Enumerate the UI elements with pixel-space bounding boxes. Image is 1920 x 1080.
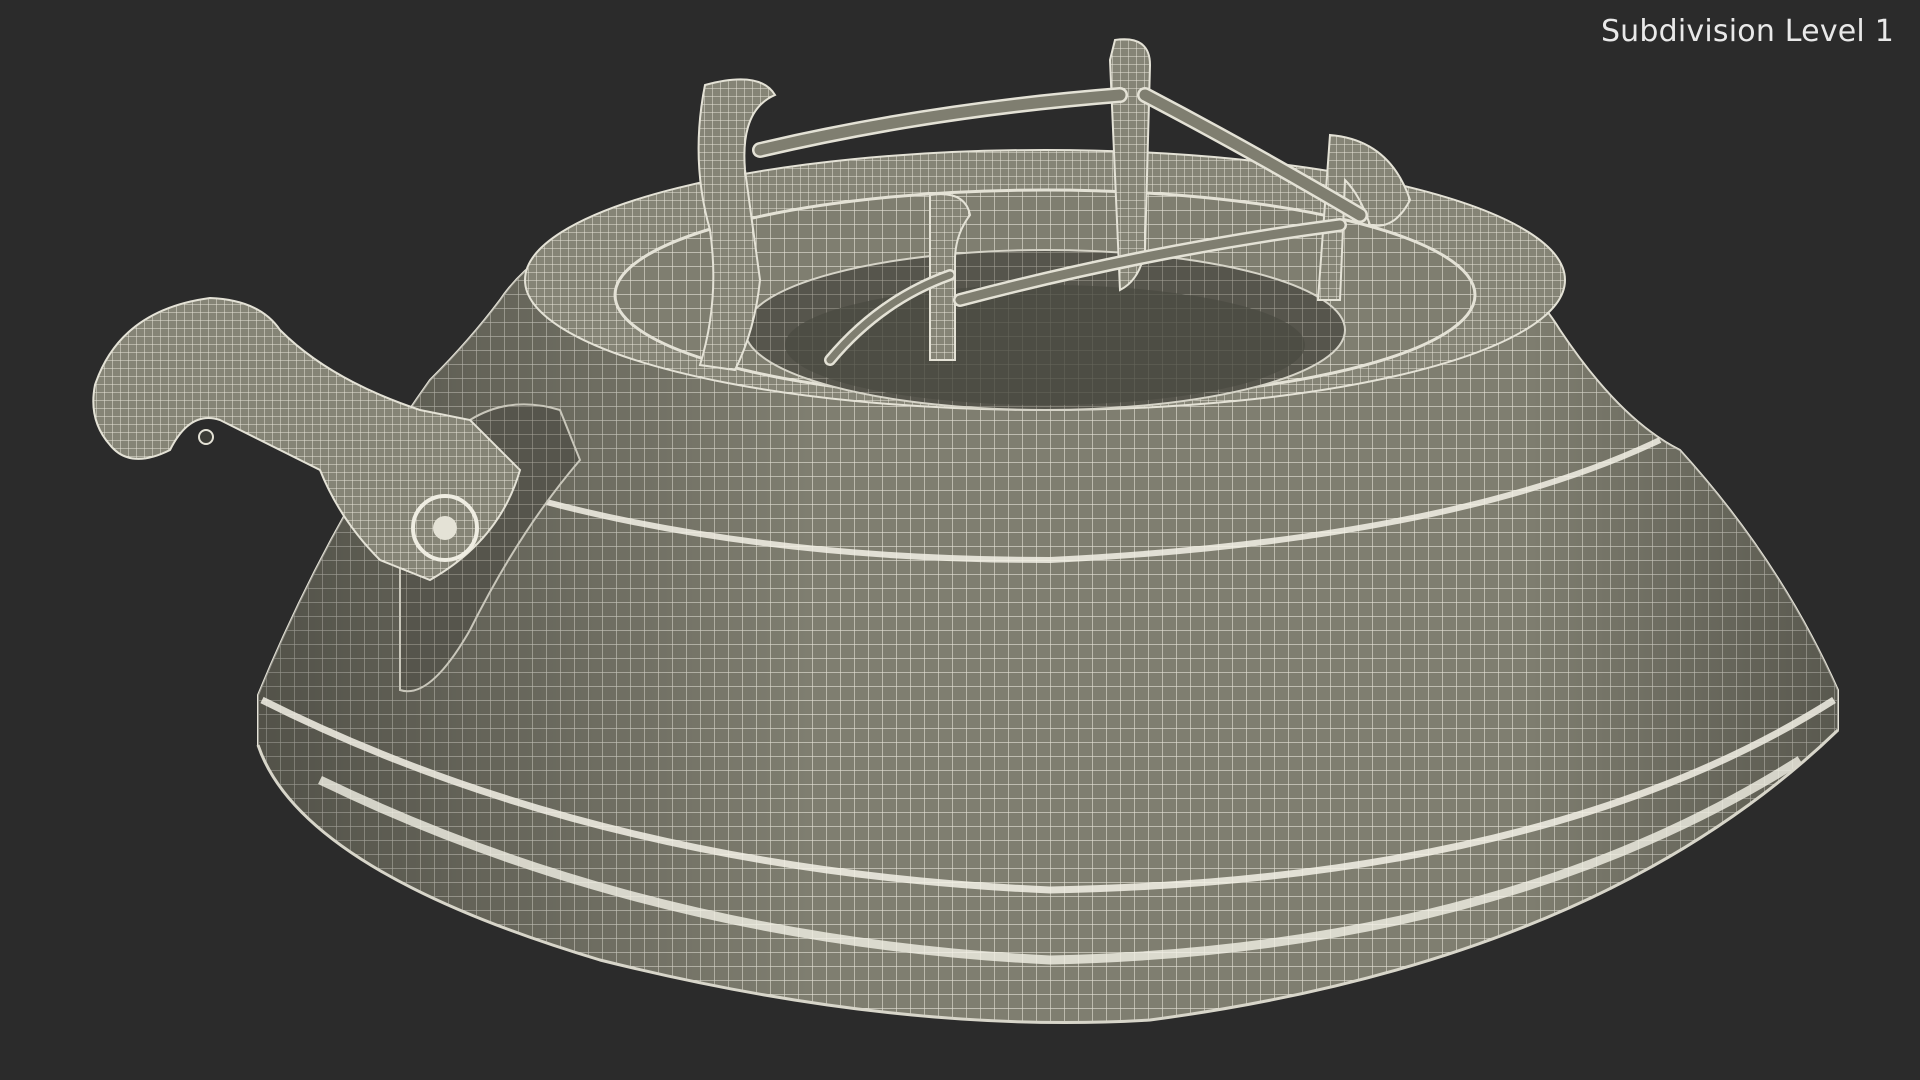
tree-stand-wireframe-model bbox=[92, 38, 1840, 1024]
subdivision-level-label: Subdivision Level 1 bbox=[1600, 14, 1894, 49]
3d-viewport[interactable]: Subdivision Level 1 bbox=[0, 0, 1920, 1080]
